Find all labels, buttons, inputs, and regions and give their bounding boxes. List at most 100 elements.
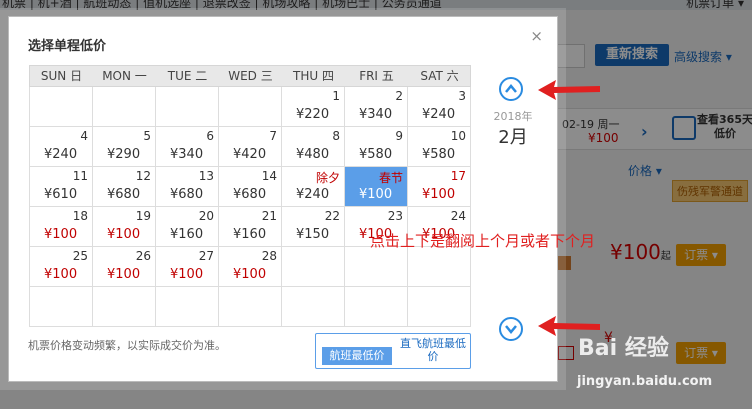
calendar-day-cell[interactable]: 13 ¥680 <box>156 167 219 207</box>
weekday-mon: MON 一 <box>102 69 147 83</box>
day-price: ¥240 <box>422 107 456 122</box>
calendar-grid: SUN 日 MON 一 TUE 二 WED 三 THU 四 FRI 五 SAT … <box>29 65 471 327</box>
calendar-day-cell[interactable]: 18 ¥100 <box>30 207 93 247</box>
weekday-fri: FRI 五 <box>359 69 394 83</box>
day-price: ¥220 <box>296 107 330 122</box>
weekday-sun: SUN 日 <box>40 69 83 83</box>
weekday-thu: THU 四 <box>293 69 334 83</box>
day-number: 7 <box>269 129 277 143</box>
day-price: ¥580 <box>422 147 456 162</box>
calendar-day-cell[interactable]: 14 ¥680 <box>219 167 282 207</box>
day-number: 13 <box>198 169 214 183</box>
calendar-day-cell <box>282 247 345 287</box>
calendar-day-cell[interactable]: 5 ¥290 <box>93 127 156 167</box>
day-number: 25 <box>72 249 88 263</box>
calendar-day-cell[interactable]: 11 ¥610 <box>30 167 93 207</box>
calendar-day-cell[interactable]: 27 ¥100 <box>156 247 219 287</box>
weekday-tue: TUE 二 <box>167 69 208 83</box>
day-price: ¥100 <box>107 267 141 282</box>
day-number: 8 <box>332 129 340 143</box>
chevron-down-icon <box>505 325 517 334</box>
calendar-day-cell[interactable]: 9 ¥580 <box>345 127 408 167</box>
calendar-day-cell <box>408 287 471 327</box>
watermark-url: jingyan.baidu.com <box>577 374 713 389</box>
calendar-day-cell[interactable]: 17 ¥100 <box>408 167 471 207</box>
calendar-day-cell <box>93 87 156 127</box>
day-price: ¥100 <box>422 187 456 202</box>
calendar-day-cell[interactable]: 26 ¥100 <box>93 247 156 287</box>
calendar-day-cell[interactable]: 除夕 ¥240 <box>282 167 345 207</box>
calendar-day-cell[interactable]: 21 ¥160 <box>219 207 282 247</box>
calendar-day-cell[interactable]: 春节 ¥100 <box>345 167 408 207</box>
day-price: ¥240 <box>296 187 330 202</box>
calendar-day-cell[interactable]: 1 ¥220 <box>282 87 345 127</box>
day-number: 17 <box>450 169 466 183</box>
day-price: ¥100 <box>44 227 78 242</box>
calendar-day-cell[interactable]: 2 ¥340 <box>345 87 408 127</box>
day-price: ¥100 <box>359 187 393 202</box>
day-price: ¥100 <box>107 227 141 242</box>
lowprice-calendar-dialog: 选择单程低价 × SUN 日 MON 一 TUE 二 WED 三 THU 四 F… <box>8 16 558 382</box>
weekday-wed: WED 三 <box>228 69 273 83</box>
calendar-day-cell[interactable]: 6 ¥340 <box>156 127 219 167</box>
day-number: 20 <box>198 209 214 223</box>
day-price: ¥240 <box>44 147 78 162</box>
watermark-logo: Bai 经验 <box>578 336 669 361</box>
day-number: 22 <box>324 209 340 223</box>
day-price: ¥340 <box>170 147 204 162</box>
day-number: 24 <box>450 209 466 223</box>
day-price: ¥160 <box>170 227 204 242</box>
calendar-days: 1 ¥220 2 ¥340 3 ¥240 4 ¥240 5 ¥290 6 ¥340 7 ¥420 8 ¥480… <box>29 87 471 327</box>
prev-month-button[interactable] <box>499 77 523 101</box>
calendar-day-cell[interactable]: 3 ¥240 <box>408 87 471 127</box>
calendar-day-cell <box>282 287 345 327</box>
calendar-day-cell[interactable]: 22 ¥150 <box>282 207 345 247</box>
dialog-title: 选择单程低价 <box>28 39 107 54</box>
calendar-day-cell[interactable]: 28 ¥100 <box>219 247 282 287</box>
calendar-day-cell <box>156 87 219 127</box>
toggle-lowest-price[interactable]: 航班最低价 <box>322 347 392 365</box>
calendar-day-cell <box>345 287 408 327</box>
day-price: ¥610 <box>44 187 78 202</box>
calendar-day-cell <box>345 247 408 287</box>
calendar-day-cell <box>30 87 93 127</box>
day-number: 12 <box>135 169 151 183</box>
price-mode-toggle: 航班最低价 直飞航班最低价 <box>315 333 471 369</box>
calendar-day-cell[interactable]: 4 ¥240 <box>30 127 93 167</box>
day-number: 18 <box>72 209 88 223</box>
calendar-day-cell[interactable]: 8 ¥480 <box>282 127 345 167</box>
toggle-direct-lowest-price[interactable]: 直飞航班最低价 <box>396 337 470 363</box>
annotation-arrow-up <box>538 80 600 100</box>
day-price: ¥150 <box>296 227 330 242</box>
day-number: 5 <box>143 129 151 143</box>
day-price: ¥100 <box>170 267 204 282</box>
calendar-day-cell[interactable]: 19 ¥100 <box>93 207 156 247</box>
day-number: 27 <box>198 249 214 263</box>
day-number: 9 <box>395 129 403 143</box>
day-number: 春节 <box>378 171 403 185</box>
day-number: 26 <box>135 249 151 263</box>
calendar-day-cell[interactable]: 25 ¥100 <box>30 247 93 287</box>
calendar-day-cell[interactable]: 12 ¥680 <box>93 167 156 207</box>
day-number: 19 <box>135 209 151 223</box>
day-number: 10 <box>450 129 466 143</box>
day-number: 1 <box>332 89 340 103</box>
calendar-day-cell[interactable]: 10 ¥580 <box>408 127 471 167</box>
next-month-button[interactable] <box>499 317 523 341</box>
day-price: ¥340 <box>359 107 393 122</box>
day-number: 28 <box>261 249 277 263</box>
day-number: 除夕 <box>315 171 340 185</box>
day-number: 14 <box>261 169 277 183</box>
day-number: 23 <box>387 209 403 223</box>
calendar-day-cell[interactable]: 20 ¥160 <box>156 207 219 247</box>
day-price: ¥160 <box>233 227 267 242</box>
calendar-day-cell[interactable]: 7 ¥420 <box>219 127 282 167</box>
calendar-day-cell <box>30 287 93 327</box>
close-icon[interactable]: × <box>530 27 543 45</box>
day-number: 6 <box>206 129 214 143</box>
annotation-text: 点击上下是翻阅上个月或者下个月 <box>370 232 596 250</box>
calendar-day-cell <box>408 247 471 287</box>
chevron-up-icon <box>505 84 517 93</box>
calendar-day-cell <box>219 87 282 127</box>
calendar-day-cell <box>93 287 156 327</box>
